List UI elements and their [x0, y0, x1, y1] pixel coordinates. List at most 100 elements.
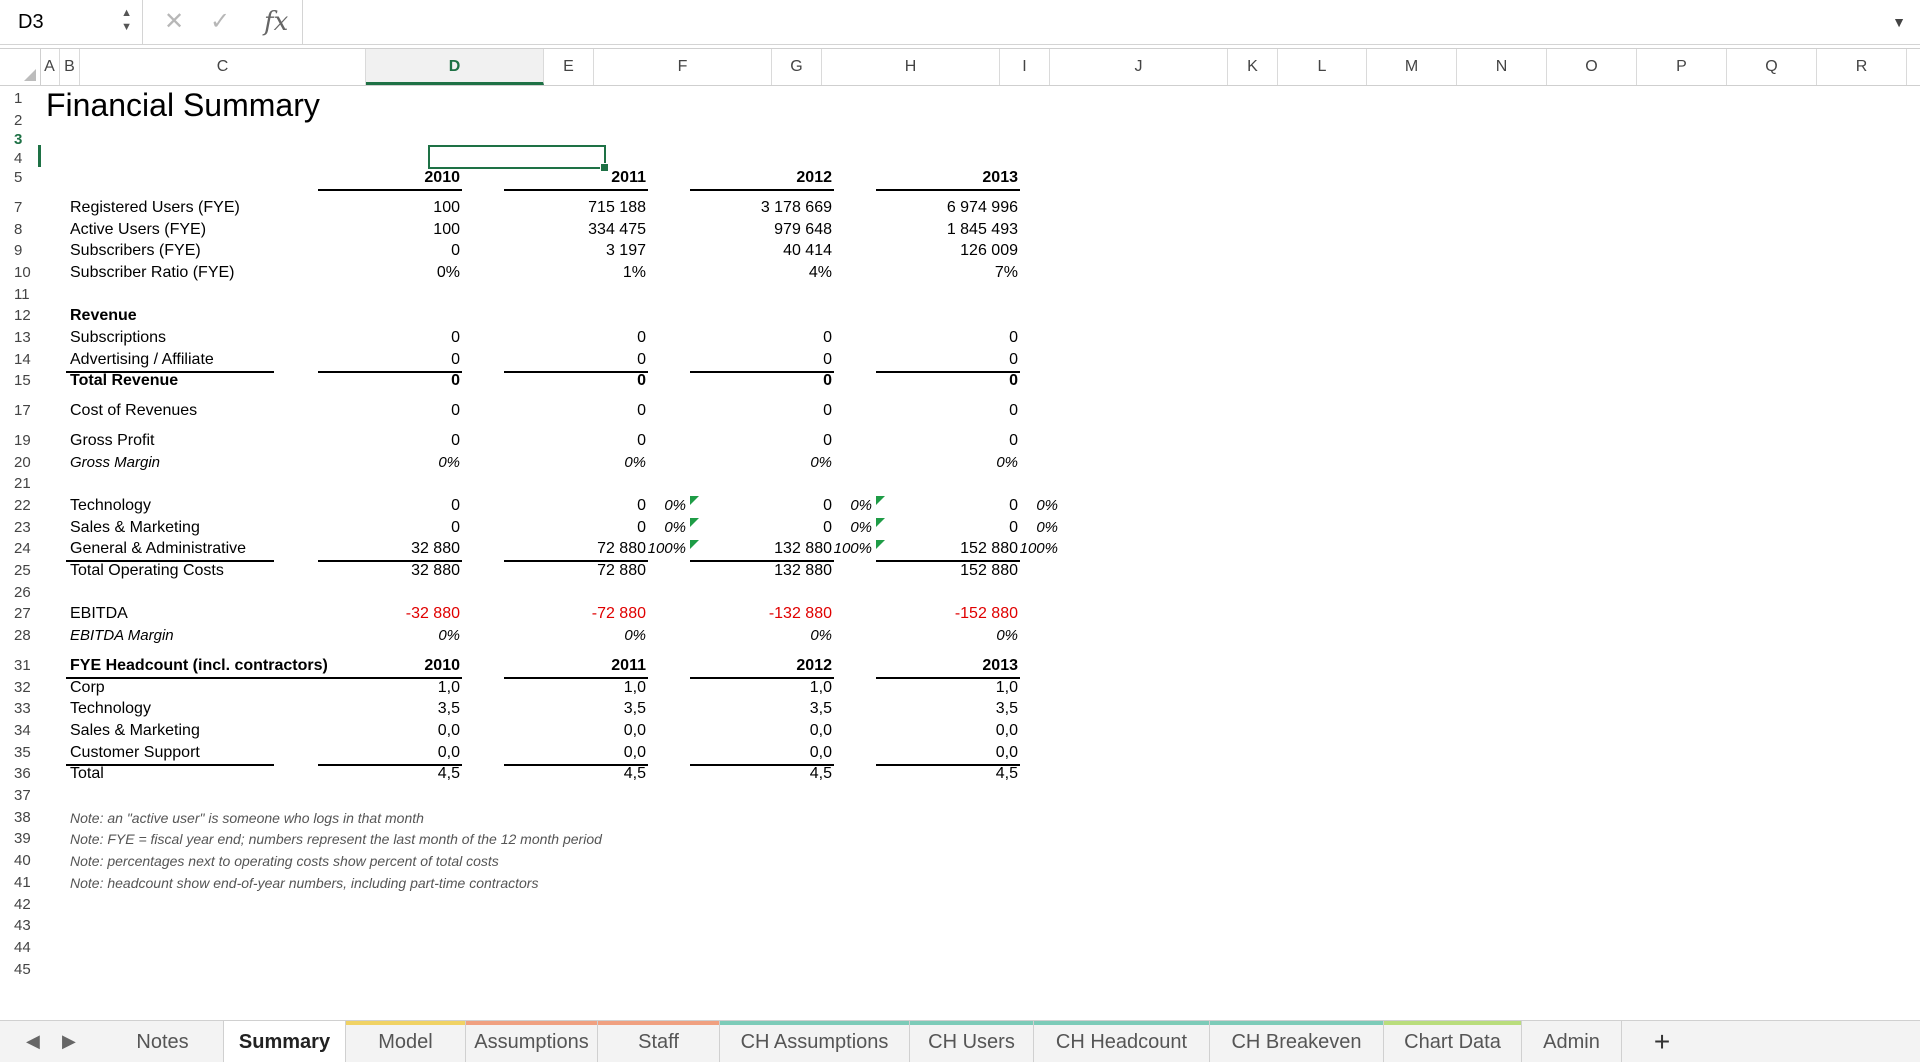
tab-label: Model [378, 1031, 433, 1053]
column-header-j[interactable]: J [1050, 49, 1228, 85]
row-header-27[interactable]: 27 [0, 604, 40, 624]
cell-reference[interactable]: D3 [18, 0, 44, 44]
tab-chart-data[interactable]: Chart Data [1384, 1021, 1522, 1062]
name-box[interactable]: D3 ▲ ▼ [0, 0, 143, 44]
column-header-p[interactable]: P [1637, 49, 1727, 85]
row-header-37[interactable]: 37 [0, 786, 40, 806]
chevron-down-icon[interactable]: ▼ [1892, 14, 1906, 30]
row-header-14[interactable]: 14 [0, 350, 40, 370]
name-box-stepper-icon[interactable]: ▲ ▼ [121, 6, 132, 34]
tab-ch-users[interactable]: CH Users [910, 1021, 1034, 1062]
row-header-20[interactable]: 20 [0, 453, 40, 473]
row-header-15[interactable]: 15 [0, 371, 40, 391]
row-header-4[interactable]: 4 [0, 149, 40, 169]
row-header-19[interactable]: 19 [0, 431, 40, 451]
total-revenue-value-2010: 0 [451, 372, 460, 390]
column-header-c[interactable]: C [80, 49, 366, 85]
row-header-13[interactable]: 13 [0, 328, 40, 348]
row-header-8[interactable]: 8 [0, 220, 40, 240]
column-header-q[interactable]: Q [1727, 49, 1817, 85]
row-header-42[interactable]: 42 [0, 895, 40, 915]
row-header-44[interactable]: 44 [0, 938, 40, 958]
row-header-2[interactable]: 2 [0, 111, 40, 131]
row-header-10[interactable]: 10 [0, 263, 40, 283]
formula-input[interactable] [303, 0, 1880, 44]
row-header-5[interactable]: 5 [0, 168, 40, 188]
row-header-12[interactable]: 12 [0, 306, 40, 326]
tab-ch-assumptions[interactable]: CH Assumptions [720, 1021, 910, 1062]
tab-ch-breakeven[interactable]: CH Breakeven [1210, 1021, 1384, 1062]
row-header-38[interactable]: 38 [0, 808, 40, 828]
metric-label: Subscriber Ratio (FYE) [70, 263, 235, 281]
row-header-3[interactable]: 3 [0, 130, 40, 150]
column-header-n[interactable]: N [1457, 49, 1547, 85]
tab-label: Staff [638, 1031, 679, 1053]
row-header-35[interactable]: 35 [0, 743, 40, 763]
row-header-26[interactable]: 26 [0, 583, 40, 603]
ebitda-margin-label: EBITDA Margin [70, 627, 174, 645]
tab-next-icon[interactable]: ▶ [62, 1021, 76, 1062]
column-header-d[interactable]: D [366, 49, 544, 85]
column-header-h[interactable]: H [822, 49, 1000, 85]
metric-label: Active Users (FYE) [70, 220, 207, 238]
column-header-f[interactable]: F [594, 49, 772, 85]
row-header-1[interactable]: 1 [0, 89, 40, 109]
tab-staff[interactable]: Staff [598, 1021, 720, 1062]
select-all-corner[interactable] [0, 49, 41, 85]
row-header-31[interactable]: 31 [0, 656, 40, 676]
tab-admin[interactable]: Admin [1522, 1021, 1622, 1062]
row-header-36[interactable]: 36 [0, 764, 40, 784]
opex-value-2010: 0 [451, 496, 460, 514]
formula-bar: D3 ▲ ▼ ✕ ✓ fx ▼ [0, 0, 1920, 45]
column-header-i[interactable]: I [1000, 49, 1050, 85]
tab-summary[interactable]: Summary [224, 1021, 346, 1062]
row-header-43[interactable]: 43 [0, 916, 40, 936]
selected-cell-d3[interactable] [428, 145, 609, 172]
cost-of-revenues-value-2011: 0 [637, 402, 646, 420]
column-header-b[interactable]: B [60, 49, 80, 85]
tab-model[interactable]: Model [346, 1021, 466, 1062]
total-revenue-value-2011: 0 [637, 372, 646, 390]
tab-prev-icon[interactable]: ◀ [26, 1021, 40, 1062]
row-header-22[interactable]: 22 [0, 496, 40, 516]
row-header-34[interactable]: 34 [0, 721, 40, 741]
column-header-e[interactable]: E [544, 49, 594, 85]
tab-notes[interactable]: Notes [102, 1021, 224, 1062]
check-icon[interactable]: ✓ [210, 0, 230, 44]
cell-comment-indicator [690, 496, 699, 506]
row-header-40[interactable]: 40 [0, 851, 40, 871]
opex-label: General & Administrative [70, 540, 247, 558]
row-header-24[interactable]: 24 [0, 539, 40, 559]
tab-ch-headcount[interactable]: CH Headcount [1034, 1021, 1210, 1062]
row-header-33[interactable]: 33 [0, 699, 40, 719]
row-header-41[interactable]: 41 [0, 873, 40, 893]
column-header-l[interactable]: L [1278, 49, 1367, 85]
row-header-11[interactable]: 11 [0, 285, 40, 305]
gross-profit-value-2013: 0 [1009, 431, 1018, 449]
row-header-17[interactable]: 17 [0, 401, 40, 421]
metric-value-2011: 3 197 [605, 242, 646, 260]
close-icon[interactable]: ✕ [164, 0, 184, 44]
row-header-9[interactable]: 9 [0, 241, 40, 261]
row-header-39[interactable]: 39 [0, 829, 40, 849]
column-header-a[interactable]: A [40, 49, 60, 85]
column-header-o[interactable]: O [1547, 49, 1637, 85]
opex-value-2013: 0 [1009, 496, 1018, 514]
column-header-m[interactable]: M [1367, 49, 1457, 85]
row-header-23[interactable]: 23 [0, 518, 40, 538]
row-header-45[interactable]: 45 [0, 960, 40, 980]
row-header-32[interactable]: 32 [0, 678, 40, 698]
column-header-r[interactable]: R [1817, 49, 1907, 85]
row-header-28[interactable]: 28 [0, 626, 40, 646]
add-sheet-button[interactable]: + [1632, 1021, 1692, 1062]
tab-assumptions[interactable]: Assumptions [466, 1021, 598, 1062]
row-header-25[interactable]: 25 [0, 561, 40, 581]
column-header-k[interactable]: K [1228, 49, 1278, 85]
row-header-7[interactable]: 7 [0, 198, 40, 218]
column-header-g[interactable]: G [772, 49, 822, 85]
tab-label: Notes [136, 1031, 189, 1053]
worksheet[interactable]: Financial Summary 2010 2011 2012 2013 Regist… [40, 85, 1920, 1020]
headcount-value-2010: 0,0 [437, 743, 460, 761]
row-header-21[interactable]: 21 [0, 474, 40, 494]
fx-icon[interactable]: fx [264, 0, 288, 44]
